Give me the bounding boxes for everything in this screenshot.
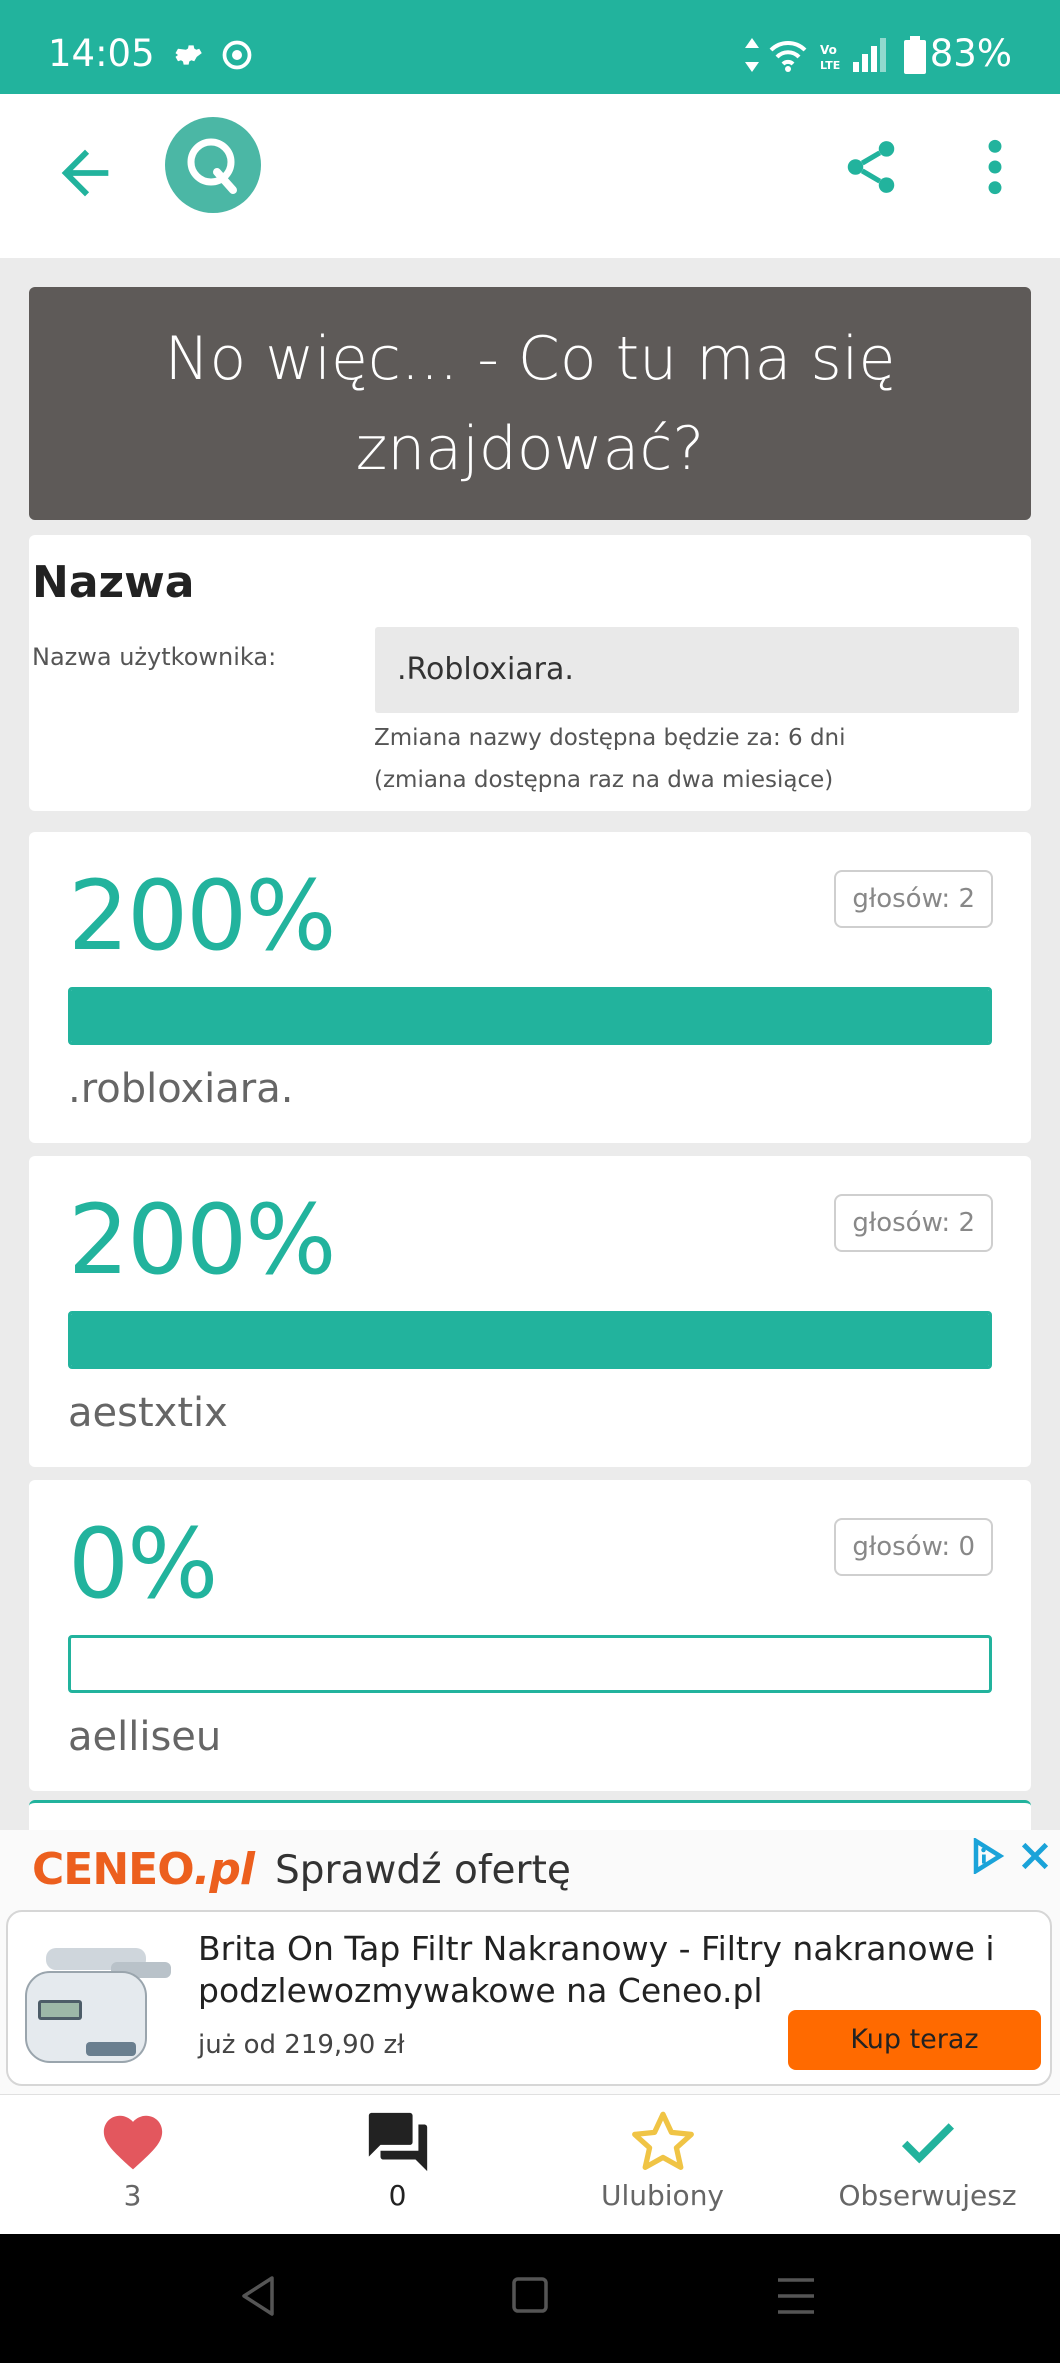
data-arrows-icon [745, 38, 759, 72]
favorite-label: Ulubiony [600, 2179, 725, 2212]
star-icon [631, 2111, 694, 2170]
app-bar [0, 94, 1060, 258]
comments-button[interactable]: 0 [265, 2107, 530, 2212]
poll-option-label: .robloxiara. [68, 1066, 294, 1112]
adchoices-icon[interactable] [970, 1838, 1006, 1874]
more-vertical-icon[interactable] [975, 136, 1015, 198]
poll-progress-fill [71, 1314, 989, 1366]
system-nav-bar [0, 2234, 1060, 2363]
quiz-logo-icon [187, 138, 237, 194]
close-icon[interactable] [1018, 1838, 1052, 1874]
battery-percent: 83% [929, 32, 1012, 75]
poll-progress-bar [68, 1311, 992, 1369]
svg-text:LTE: LTE [820, 59, 840, 72]
nav-home-icon[interactable] [510, 2274, 550, 2318]
poll-option[interactable]: 200% głosów: 2 aestxtix [29, 1156, 1031, 1467]
page-title: No więc... - Co tu ma się znajdować? [164, 323, 896, 484]
check-icon [901, 2123, 954, 2164]
likes-count: 3 [123, 2179, 142, 2212]
volte-icon: Vo LTE [820, 43, 840, 72]
ad-brand-suffix: .pl [193, 1844, 255, 1895]
nav-back-icon[interactable] [238, 2274, 278, 2318]
ad-headline[interactable]: Sprawdź ofertę [275, 1848, 571, 1893]
buy-now-button[interactable]: Kup teraz [788, 2010, 1041, 2070]
poll-option[interactable]: 0% głosów: 0 aelliseu [29, 1480, 1031, 1791]
settings-icon [175, 45, 202, 65]
comments-icon [368, 2112, 427, 2172]
share-icon[interactable] [840, 136, 902, 198]
svg-text:Vo: Vo [820, 43, 837, 57]
poll-option-label: aelliseu [68, 1714, 222, 1760]
ad-brand-name: CENEO [32, 1844, 195, 1895]
follow-label: Obserwujesz [838, 2179, 1017, 2212]
poll-progress-fill [71, 990, 989, 1042]
poll-option[interactable]: 200% głosów: 2 .robloxiara. [29, 832, 1031, 1143]
poll-percent: 0% [68, 1508, 218, 1620]
wifi-icon [769, 40, 807, 72]
status-bar: 14:05 Vo LTE 83% [0, 0, 1060, 94]
water-filter-product-image [25, 1948, 171, 2063]
like-button[interactable]: 3 [0, 2107, 265, 2212]
comments-count: 0 [388, 2179, 407, 2212]
ad-price: już od 219,90 zł [198, 2030, 405, 2060]
username-label: Nazwa użytkownika: [32, 643, 277, 671]
poll-percent: 200% [68, 1184, 336, 1296]
votes-badge: głosów: 2 [834, 1194, 993, 1252]
ad-product-box[interactable]: Brita On Tap Filtr Nakranowy - Filtry na… [6, 1910, 1052, 2086]
status-time: 14:05 [48, 32, 155, 75]
votes-badge: głosów: 2 [834, 870, 993, 928]
name-card: Nazwa Nazwa użytkownika: .Robloxiara. Zm… [29, 535, 1031, 811]
ad-product-title[interactable]: Brita On Tap Filtr Nakranowy - Filtry na… [198, 1928, 998, 2012]
ad-banner[interactable]: CENEO.pl Sprawdź ofertę Brita On Tap Fil… [0, 1830, 1060, 2094]
heart-icon [103, 2115, 162, 2170]
follow-button[interactable]: Obserwujesz [795, 2107, 1060, 2212]
poll-progress-bar [68, 1635, 992, 1693]
rename-note: Zmiana nazwy dostępna będzie za: 6 dni [374, 725, 846, 751]
quiz-title-card: No więc... - Co tu ma się znajdować? [29, 287, 1031, 520]
poll-progress-bar [68, 987, 992, 1045]
rename-frequency-note: (zmiana dostępna raz na dwa miesiące) [374, 767, 834, 793]
app-logo [165, 117, 261, 213]
poll-option-label: aestxtix [68, 1390, 228, 1436]
votes-badge: głosów: 0 [834, 1518, 993, 1576]
poll-percent: 200% [68, 860, 336, 972]
name-heading: Nazwa [32, 557, 195, 608]
signal-icon [853, 38, 886, 72]
favorite-button[interactable]: Ulubiony [530, 2107, 795, 2212]
nav-recents-icon[interactable] [774, 2274, 818, 2318]
username-field[interactable]: .Robloxiara. [375, 627, 1019, 713]
back-arrow-icon[interactable] [50, 138, 120, 208]
ad-brand-logo: CENEO.pl [32, 1844, 255, 1895]
battery-icon [904, 36, 926, 74]
poll-option-partial [29, 1800, 1031, 1830]
bottom-action-bar: 3 0 Ulubiony Obserwujesz [0, 2094, 1060, 2234]
chrome-icon [222, 40, 252, 70]
